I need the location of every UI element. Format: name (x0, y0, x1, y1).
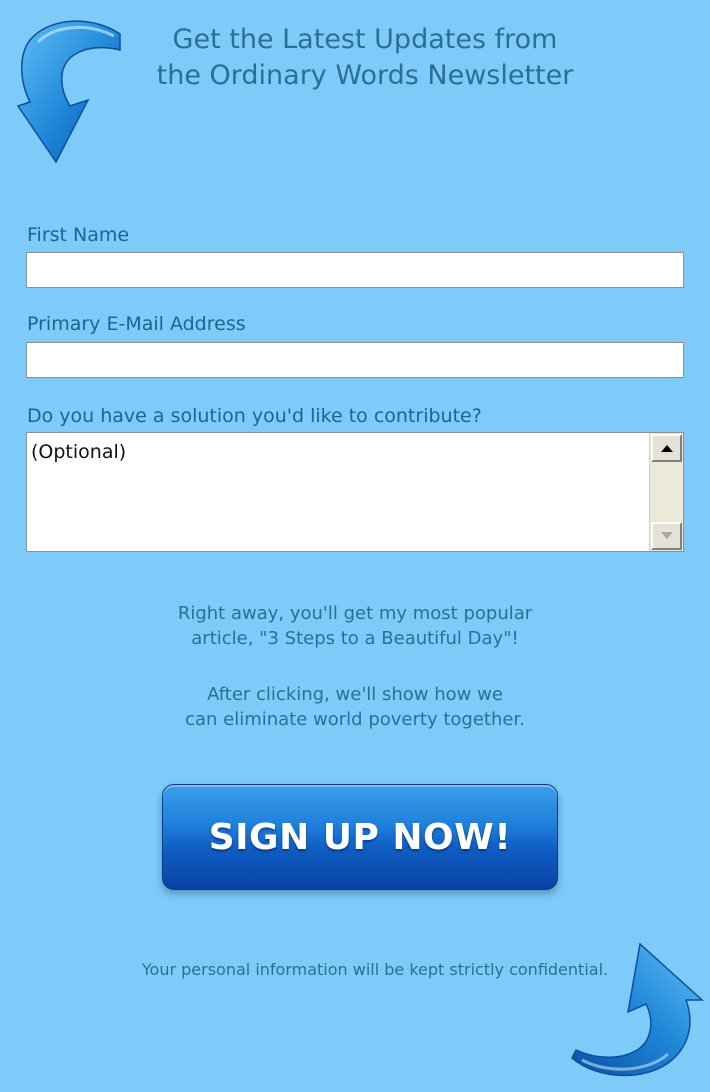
poverty-text: After clicking, we'll show how we can el… (60, 682, 650, 732)
scroll-up-arrow-icon (661, 445, 673, 452)
headline-line-2: the Ordinary Words Newsletter (156, 60, 574, 91)
solution-textarea-frame: (Optional) (26, 432, 684, 552)
scroll-up-button[interactable] (651, 434, 682, 462)
first-name-label: First Name (27, 224, 130, 246)
newsletter-headline: Get the Latest Updates from the Ordinary… (60, 22, 670, 94)
bonus-line-2: article, "3 Steps to a Beautiful Day"! (191, 628, 519, 649)
newsletter-signup-panel: Get the Latest Updates from the Ordinary… (0, 0, 710, 1092)
scroll-down-button[interactable] (651, 522, 682, 550)
headline-line-1: Get the Latest Updates from (172, 24, 558, 55)
bonus-article-text: Right away, you'll get my most popular a… (60, 601, 650, 651)
first-name-input[interactable] (26, 252, 684, 288)
email-input[interactable] (26, 342, 684, 378)
poverty-line-2: can eliminate world poverty together. (185, 709, 525, 730)
poverty-line-1: After clicking, we'll show how we (207, 684, 503, 705)
sign-up-button-label: SIGN UP NOW! (208, 816, 512, 858)
solution-textarea[interactable]: (Optional) (27, 433, 649, 551)
curved-arrow-up-icon (571, 942, 704, 1077)
sign-up-button[interactable]: SIGN UP NOW! (162, 784, 558, 890)
solution-scrollbar[interactable] (649, 433, 683, 551)
email-label: Primary E-Mail Address (27, 313, 246, 335)
solution-label: Do you have a solution you'd like to con… (27, 405, 482, 427)
scroll-down-arrow-icon (661, 532, 673, 539)
bonus-line-1: Right away, you'll get my most popular (177, 603, 533, 624)
